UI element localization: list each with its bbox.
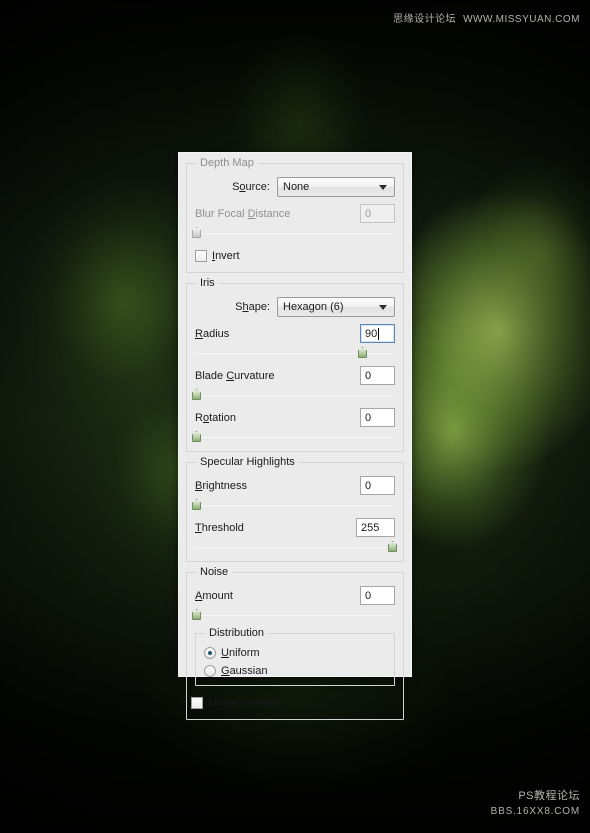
chevron-down-icon	[379, 184, 387, 190]
slider-track[interactable]	[195, 395, 395, 396]
group-specular-highlights: Specular Highlights Brightness 0 Thresho…	[186, 456, 404, 562]
rotation-slider[interactable]	[192, 430, 395, 443]
watermark-bottom-url: BBS.16XX8.COM	[490, 806, 580, 817]
slider-thumb	[192, 227, 201, 238]
amount-value: 0	[365, 589, 372, 602]
row-threshold: Threshold 255	[195, 517, 395, 538]
text-caret	[378, 327, 380, 340]
watermark-top: 思缘设计论坛 WWW.MISSYUAN.COM	[393, 10, 580, 25]
amount-slider[interactable]	[192, 608, 395, 621]
row-brightness: Brightness 0	[195, 475, 395, 496]
slider-track[interactable]	[195, 547, 395, 548]
slider-track[interactable]	[195, 615, 395, 616]
blade-curvature-label: Blade Curvature	[195, 369, 275, 382]
group-label-depth-map: Depth Map	[196, 157, 258, 170]
source-label: Source:	[232, 180, 270, 193]
source-dropdown[interactable]: None	[277, 176, 395, 197]
row-radius: Radius 90	[195, 323, 395, 344]
invert-checkbox[interactable]: Invert	[195, 248, 395, 264]
radius-label: Radius	[195, 327, 230, 340]
lens-blur-options-panel: Depth Map Source: None Blur Focal Distan…	[178, 152, 412, 720]
chevron-down-icon	[379, 304, 387, 310]
blur-focal-distance-slider	[192, 226, 395, 239]
group-label-distribution: Distribution	[205, 627, 269, 640]
brightness-slider[interactable]	[192, 498, 395, 511]
shape-label: Shape:	[235, 300, 270, 313]
slider-track	[195, 233, 395, 234]
row-amount: Amount 0	[195, 585, 395, 606]
watermark-bottom: PS教程论坛 BBS.16XX8.COM	[491, 789, 580, 819]
shape-value: Hexagon (6)	[283, 300, 344, 313]
slider-thumb[interactable]	[192, 389, 201, 400]
slider-track[interactable]	[195, 437, 395, 438]
checkbox-box-icon	[191, 697, 203, 709]
invert-label: Invert	[212, 250, 240, 262]
group-depth-map: Depth Map Source: None Blur Focal Distan…	[186, 157, 404, 273]
radius-value: 90	[365, 327, 378, 340]
brightness-value: 0	[365, 479, 372, 492]
uniform-label: Uniform	[221, 646, 260, 659]
threshold-label: Threshold	[195, 521, 244, 534]
threshold-slider[interactable]	[195, 540, 397, 553]
threshold-value: 255	[361, 521, 380, 534]
row-shape: Shape: Hexagon (6)	[195, 296, 395, 317]
radio-uniform[interactable]: Uniform	[204, 645, 386, 660]
group-iris: Iris Shape: Hexagon (6) Radius 90 Blade …	[186, 277, 404, 452]
monochromatic-label: Monochromatic	[208, 697, 284, 709]
slider-thumb[interactable]	[192, 499, 201, 510]
slider-thumb[interactable]	[192, 609, 201, 620]
amount-input[interactable]: 0	[360, 586, 395, 605]
slider-thumb[interactable]	[192, 431, 201, 442]
blade-curvature-slider[interactable]	[192, 388, 395, 401]
group-label-iris: Iris	[196, 277, 219, 290]
rotation-label: Rotation	[195, 411, 236, 424]
radio-dot-icon	[204, 646, 216, 659]
radius-input[interactable]: 90	[360, 324, 395, 343]
blur-focal-distance-value: 0	[365, 207, 372, 220]
source-value: None	[283, 180, 310, 193]
brightness-input[interactable]: 0	[360, 476, 395, 495]
row-source: Source: None	[195, 176, 395, 197]
rotation-input[interactable]: 0	[360, 408, 395, 427]
brightness-label: Brightness	[195, 479, 247, 492]
blur-focal-distance-label: Blur Focal Distance	[195, 207, 291, 220]
watermark-bottom-cn: PS教程论坛	[518, 790, 580, 802]
watermark-top-cn: 思缘设计论坛	[393, 14, 457, 25]
group-noise: Noise Amount 0 Distribution Uniform Gaus…	[186, 566, 404, 720]
slider-thumb[interactable]	[388, 541, 397, 552]
gaussian-label: Gaussian	[221, 664, 268, 677]
amount-label: Amount	[195, 589, 233, 602]
radio-dot-icon	[204, 664, 216, 677]
radius-slider[interactable]	[195, 346, 395, 359]
row-blade-curvature: Blade Curvature 0	[195, 365, 395, 386]
radio-gaussian[interactable]: Gaussian	[204, 663, 386, 678]
blade-curvature-value: 0	[365, 369, 372, 382]
slider-track[interactable]	[195, 505, 395, 506]
monochromatic-checkbox[interactable]: Monochromatic	[191, 695, 395, 711]
rotation-value: 0	[365, 411, 372, 424]
group-label-noise: Noise	[196, 566, 233, 579]
watermark-top-url: WWW.MISSYUAN.COM	[463, 14, 580, 25]
group-label-specular-highlights: Specular Highlights	[196, 456, 299, 469]
group-distribution: Distribution Uniform Gaussian	[195, 627, 395, 686]
row-rotation: Rotation 0	[195, 407, 395, 428]
blur-focal-distance-input: 0	[360, 204, 395, 223]
threshold-input[interactable]: 255	[356, 518, 395, 537]
shape-dropdown[interactable]: Hexagon (6)	[277, 296, 395, 317]
checkbox-box-icon	[195, 250, 207, 262]
blade-curvature-input[interactable]: 0	[360, 366, 395, 385]
row-blur-focal-distance: Blur Focal Distance 0	[195, 203, 395, 224]
slider-thumb[interactable]	[358, 347, 367, 358]
